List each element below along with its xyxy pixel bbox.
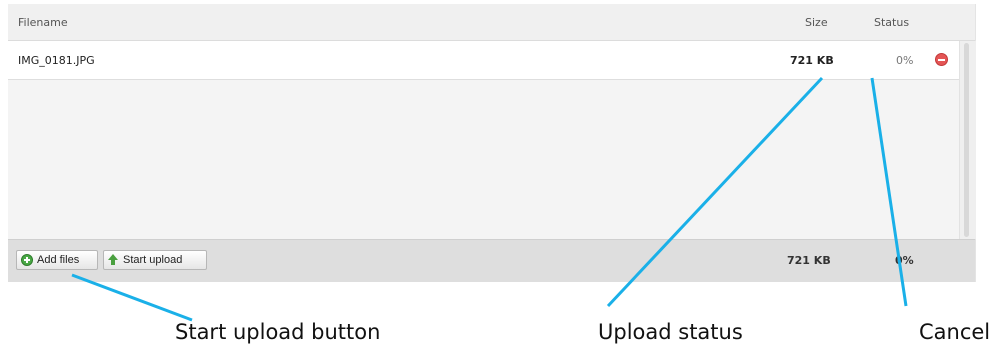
annotation-cancel: Cancel (919, 320, 991, 344)
callout-line-start-upload (71, 273, 193, 322)
callout-line-upload-status (606, 76, 824, 308)
annotation-upload-status: Upload status (598, 320, 743, 344)
callout-lines (71, 76, 908, 322)
annotation-start-upload: Start upload button (175, 320, 381, 344)
callout-line-cancel (870, 77, 908, 307)
